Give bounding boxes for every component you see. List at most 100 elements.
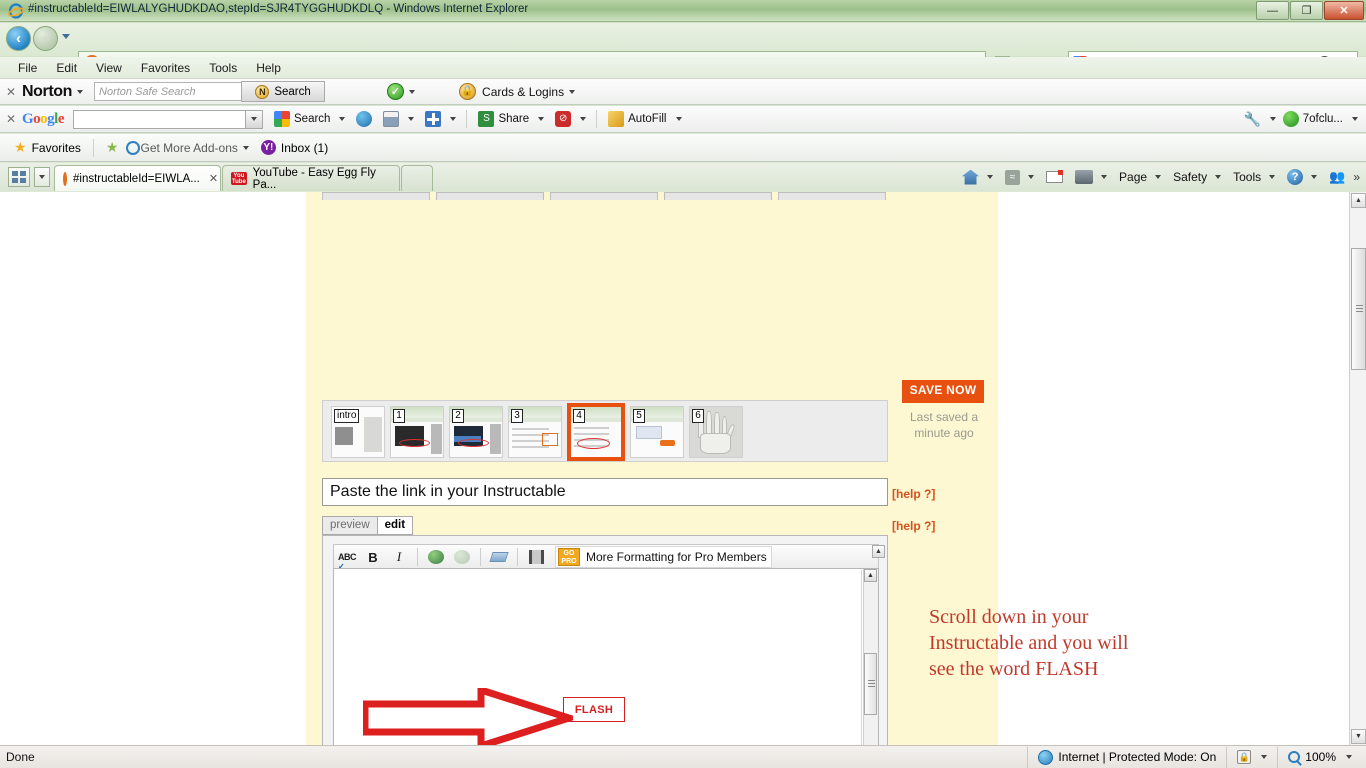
insert-media-icon[interactable] [525, 547, 547, 567]
page-scroll-down-icon[interactable]: ▼ [1351, 729, 1366, 744]
favorites-label[interactable]: Favorites [32, 141, 81, 155]
back-button[interactable]: ‹ [6, 26, 31, 51]
google-settings-button[interactable]: 🔧 [1244, 111, 1276, 128]
page-scrollbar[interactable]: ▲ ▼ [1349, 192, 1366, 745]
menu-item-help[interactable]: Help [256, 61, 281, 75]
settings-caret-icon[interactable] [1270, 117, 1276, 121]
editor-toolbar: ABC B I GOPRO More Formatting for Pro Me… [333, 544, 879, 571]
google-add-button[interactable] [425, 111, 457, 127]
read-mail-button[interactable] [1040, 166, 1069, 188]
popup-caret-icon[interactable] [408, 117, 415, 121]
save-now-button[interactable]: SAVE NOW [902, 380, 984, 403]
thumbnail-4[interactable]: 4 [567, 403, 625, 461]
page-scroll-up-icon[interactable]: ▲ [1351, 193, 1366, 208]
google-close-icon[interactable]: ✕ [0, 112, 22, 126]
google-search-input[interactable] [73, 109, 264, 129]
menu-item-favorites[interactable]: Favorites [141, 61, 190, 75]
new-tab-button[interactable] [401, 165, 433, 191]
zoom-level-cell[interactable]: 100% [1277, 746, 1362, 768]
autofill-caret-icon[interactable] [675, 117, 682, 121]
help-menu-button[interactable]: ? [1281, 166, 1323, 188]
editor-content[interactable]: FLASH [335, 570, 862, 745]
google-search-button[interactable]: Search [274, 111, 346, 127]
tab-close-icon[interactable]: ✕ [209, 172, 218, 185]
tab-youtube[interactable]: You Tube YouTube - Easy Egg Fly Pa... [222, 165, 400, 191]
home-button[interactable] [956, 166, 999, 188]
editor-canvas[interactable]: FLASH ▲ ▼ [333, 568, 879, 745]
help-link-editor[interactable]: [help ?] [892, 519, 935, 533]
close-button[interactable]: ✕ [1324, 1, 1364, 20]
google-block-button[interactable]: ⊘ [555, 111, 587, 127]
thumbnail-3[interactable]: 3 [508, 406, 562, 458]
insert-link-icon[interactable] [425, 547, 447, 567]
norton-close-icon[interactable]: ✕ [0, 85, 22, 99]
flash-link-box[interactable]: FLASH [563, 697, 625, 722]
menu-item-edit[interactable]: Edit [56, 61, 77, 75]
cards-logins-caret-icon[interactable] [569, 89, 576, 94]
account-caret-icon[interactable] [1352, 117, 1358, 121]
safety-menu-button[interactable]: Safety [1167, 166, 1227, 188]
thumbnail-2[interactable]: 2 [449, 406, 503, 458]
google-search-caret-icon[interactable] [339, 117, 346, 121]
protected-mode-caret-icon[interactable] [1261, 755, 1268, 759]
norton-search-button[interactable]: N Search [241, 81, 326, 102]
thumbnail-5[interactable]: 5 [630, 406, 684, 458]
editor-scroll-up-icon[interactable]: ▲ [864, 569, 877, 582]
messenger-button[interactable]: 👥 [1323, 166, 1351, 188]
minimize-button[interactable]: — [1256, 1, 1289, 20]
spellcheck-icon[interactable]: ABC [336, 547, 358, 571]
addons-caret-icon[interactable] [242, 145, 249, 150]
add-caret-icon[interactable] [450, 117, 457, 121]
italic-button[interactable]: I [388, 547, 410, 567]
quick-tabs-button[interactable] [8, 167, 30, 187]
google-autofill-button[interactable]: AutoFill [608, 111, 682, 127]
get-more-addons-label[interactable]: Get More Add-ons [140, 141, 237, 155]
google-share-button[interactable]: S Share [478, 111, 545, 127]
page-menu-button[interactable]: Page [1113, 166, 1167, 188]
tools-menu-button[interactable]: Tools [1227, 166, 1281, 188]
cards-logins-label[interactable]: Cards & Logins [482, 85, 564, 99]
bold-button[interactable]: B [362, 547, 384, 567]
tab-edit[interactable]: edit [377, 516, 414, 535]
help-link-title[interactable]: [help ?] [892, 487, 935, 501]
eraser-icon[interactable] [488, 547, 510, 567]
thumbnail-6[interactable]: 6 [689, 406, 743, 458]
tab-instructables[interactable]: #instructableId=EIWLA... ✕ [54, 165, 221, 191]
menu-item-view[interactable]: View [96, 61, 122, 75]
protected-mode-cell[interactable]: 🔒 [1226, 746, 1277, 768]
recent-pages-dropdown[interactable] [62, 34, 70, 39]
zoom-caret-icon[interactable] [1346, 755, 1352, 759]
print-button[interactable] [1069, 166, 1113, 188]
google-search-dropdown-icon[interactable] [245, 110, 263, 128]
forward-button[interactable]: › [33, 26, 58, 51]
pro-formatting-banner[interactable]: GO PRO More Formatting for Pro Members [555, 546, 772, 568]
remove-link-icon[interactable] [451, 547, 473, 567]
step-title-input[interactable]: Paste the link in your Instructable [322, 478, 888, 506]
share-caret-icon[interactable] [538, 117, 545, 121]
google-popup-blocker-button[interactable] [383, 111, 415, 127]
norton-safe-caret-icon[interactable] [409, 89, 416, 94]
google-translate-button[interactable] [356, 111, 373, 127]
command-overflow-icon[interactable]: » [1353, 170, 1360, 184]
norton-safe-check-icon[interactable]: ✓ [387, 83, 405, 100]
feeds-button[interactable]: ≈ [999, 166, 1040, 188]
toolbar-divider [417, 548, 418, 566]
thumbnail-intro[interactable]: intro [331, 406, 385, 458]
add-favorite-icon[interactable]: ★ [106, 139, 119, 156]
security-zone-cell[interactable]: Internet | Protected Mode: On [1027, 746, 1226, 768]
tab-preview[interactable]: preview [322, 516, 378, 535]
menu-item-tools[interactable]: Tools [209, 61, 237, 75]
block-caret-icon[interactable] [580, 117, 587, 121]
editor-scroll-thumb[interactable] [864, 653, 877, 715]
editor-outer-scroll-up-icon[interactable]: ▲ [872, 545, 885, 558]
tab-list-dropdown-icon[interactable] [34, 167, 50, 187]
editor-scrollbar[interactable]: ▲ ▼ [863, 569, 878, 745]
maximize-button[interactable]: ❐ [1290, 1, 1323, 20]
thumbnail-1[interactable]: 1 [390, 406, 444, 458]
google-account-button[interactable]: 7ofclu... [1282, 111, 1358, 127]
norton-menu-caret-icon[interactable] [77, 89, 84, 94]
inbox-label[interactable]: Inbox (1) [281, 141, 328, 155]
menu-item-file[interactable]: File [18, 61, 37, 75]
norton-search-input[interactable]: Norton Safe Search [94, 82, 243, 101]
page-scroll-thumb[interactable] [1351, 248, 1366, 370]
